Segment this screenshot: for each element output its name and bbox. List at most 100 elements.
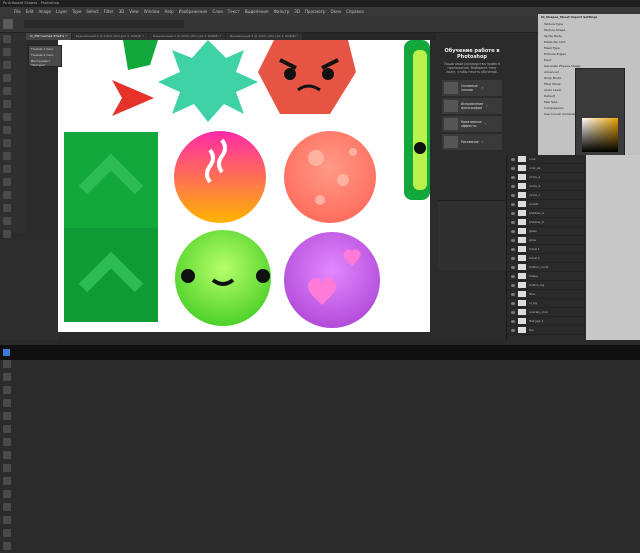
tool-icon[interactable] bbox=[3, 529, 11, 537]
layer-row[interactable]: ui_bg bbox=[507, 299, 586, 308]
menu-item[interactable]: Select bbox=[86, 9, 98, 14]
layer-row[interactable]: Фигура 1 bbox=[507, 317, 586, 326]
tool-icon[interactable] bbox=[3, 451, 11, 459]
document-tab[interactable]: Безымянный-2 @ 100% (Фигура 1, RGB/8) * bbox=[148, 33, 226, 40]
menu-item[interactable]: Filter bbox=[104, 9, 114, 14]
tool-icon[interactable] bbox=[3, 126, 11, 134]
tool-icon[interactable] bbox=[3, 516, 11, 524]
menu-item[interactable]: Текст bbox=[228, 9, 240, 14]
menu-item[interactable]: Image bbox=[38, 9, 51, 14]
eye-icon[interactable] bbox=[511, 184, 515, 188]
lesson-item[interactable]: Исправление фотографии › bbox=[442, 98, 502, 114]
eye-icon[interactable] bbox=[511, 265, 515, 269]
tool-icon[interactable] bbox=[3, 490, 11, 498]
layer-row[interactable]: cruz bbox=[507, 155, 586, 164]
shape-options[interactable] bbox=[24, 20, 184, 28]
eye-icon[interactable] bbox=[511, 319, 515, 323]
eye-icon[interactable] bbox=[511, 211, 515, 215]
start-icon[interactable] bbox=[3, 349, 10, 356]
menu-item[interactable]: Просмотр bbox=[305, 9, 326, 14]
tool-icon[interactable] bbox=[3, 61, 11, 69]
menu-item[interactable]: Window bbox=[144, 9, 160, 14]
document-tab[interactable]: Безымянный-3 @ 100% (Фигура 1, RGB/8) * bbox=[226, 33, 303, 40]
tool-icon[interactable] bbox=[3, 100, 11, 108]
layer-row[interactable]: Фон bbox=[507, 290, 586, 299]
eye-icon[interactable] bbox=[511, 274, 515, 278]
menu-item[interactable]: Фильтр bbox=[273, 9, 289, 14]
eye-icon[interactable] bbox=[511, 256, 515, 260]
layer-row[interactable]: circle_c bbox=[507, 191, 586, 200]
tool-icon[interactable] bbox=[3, 139, 11, 147]
menu-item[interactable]: View bbox=[129, 9, 139, 14]
tool-icon[interactable] bbox=[3, 464, 11, 472]
tool-icon[interactable] bbox=[3, 87, 11, 95]
menu-item[interactable]: Слои bbox=[212, 9, 222, 14]
menu-item[interactable]: Layer bbox=[56, 9, 67, 14]
eye-icon[interactable] bbox=[511, 328, 515, 332]
menu-item[interactable]: 3D bbox=[294, 9, 300, 14]
layer-row[interactable]: button_circle bbox=[507, 263, 586, 272]
menu-item[interactable]: Help bbox=[164, 9, 173, 14]
layer-row[interactable]: shape bbox=[507, 272, 586, 281]
menu-item[interactable]: File bbox=[14, 9, 21, 14]
layer-row[interactable]: tile bbox=[507, 326, 586, 335]
layer-row[interactable]: circle_a bbox=[507, 173, 586, 182]
tool-icon[interactable] bbox=[3, 113, 11, 121]
tool-icon[interactable] bbox=[3, 542, 11, 550]
tool-icon[interactable] bbox=[3, 191, 11, 199]
tool-icon[interactable] bbox=[3, 35, 11, 43]
eye-icon[interactable] bbox=[511, 310, 515, 314]
menu-item[interactable]: Edit bbox=[26, 9, 34, 14]
layer-row[interactable]: glow bbox=[507, 236, 586, 245]
eye-icon[interactable] bbox=[511, 229, 515, 233]
layer-row[interactable]: glass bbox=[507, 227, 586, 236]
artboard-canvas[interactable] bbox=[58, 40, 430, 332]
lesson-item[interactable]: Креативные эффекты › bbox=[442, 116, 502, 132]
menu-item[interactable]: Окно bbox=[330, 9, 341, 14]
tool-icon[interactable] bbox=[3, 230, 11, 238]
layer-row[interactable]: shadow_a bbox=[507, 209, 586, 218]
tool-icon[interactable] bbox=[3, 477, 11, 485]
menu-item[interactable]: Выделение bbox=[245, 9, 269, 14]
eye-icon[interactable] bbox=[511, 193, 515, 197]
layer-row[interactable]: Слой 1 bbox=[507, 245, 586, 254]
popup-menu-item[interactable]: Инструмент "Фигура" bbox=[29, 58, 61, 68]
tool-icon[interactable] bbox=[3, 217, 11, 225]
eye-icon[interactable] bbox=[511, 166, 515, 170]
tool-icon[interactable] bbox=[3, 399, 11, 407]
menu-item[interactable]: Изображение bbox=[179, 9, 208, 14]
layer-row[interactable]: circle_b bbox=[507, 182, 586, 191]
tool-icon[interactable] bbox=[3, 204, 11, 212]
tool-icon[interactable] bbox=[3, 165, 11, 173]
menu-item[interactable]: Type bbox=[72, 9, 81, 14]
menu-item[interactable]: 3D bbox=[119, 9, 125, 14]
tool-icon[interactable] bbox=[3, 412, 11, 420]
layer-row[interactable]: rocket bbox=[507, 200, 586, 209]
eye-icon[interactable] bbox=[511, 301, 515, 305]
eye-icon[interactable] bbox=[511, 283, 515, 287]
tool-icon[interactable] bbox=[3, 74, 11, 82]
color-field[interactable] bbox=[582, 118, 618, 152]
tool-icon[interactable] bbox=[3, 503, 11, 511]
menu-item[interactable]: Справка bbox=[346, 9, 364, 14]
document-tab[interactable]: Безымянный-1 @ 100% (Фигура 3, RGB/8) * bbox=[71, 33, 148, 40]
tool-icon[interactable] bbox=[3, 48, 11, 56]
layer-row[interactable]: button_bg bbox=[507, 281, 586, 290]
document-tab[interactable]: Ui_PSD Game4 #3x4% * bbox=[26, 33, 71, 40]
eye-icon[interactable] bbox=[511, 220, 515, 224]
layer-row[interactable]: shadow_b bbox=[507, 218, 586, 227]
tool-icon[interactable] bbox=[3, 178, 11, 186]
tool-icon[interactable] bbox=[3, 152, 11, 160]
eye-icon[interactable] bbox=[511, 247, 515, 251]
tool-icon[interactable] bbox=[3, 373, 11, 381]
lesson-item[interactable]: Рисование › bbox=[442, 134, 502, 150]
tool-icon[interactable] bbox=[3, 438, 11, 446]
eye-icon[interactable] bbox=[511, 202, 515, 206]
tool-preset-icon[interactable] bbox=[3, 19, 13, 29]
layer-row[interactable]: cruz_sq bbox=[507, 164, 586, 173]
layer-row[interactable]: Слой 2 bbox=[507, 254, 586, 263]
eye-icon[interactable] bbox=[511, 175, 515, 179]
tool-icon[interactable] bbox=[3, 386, 11, 394]
lesson-item[interactable]: Основные знания › bbox=[442, 80, 502, 96]
eye-icon[interactable] bbox=[511, 157, 515, 161]
